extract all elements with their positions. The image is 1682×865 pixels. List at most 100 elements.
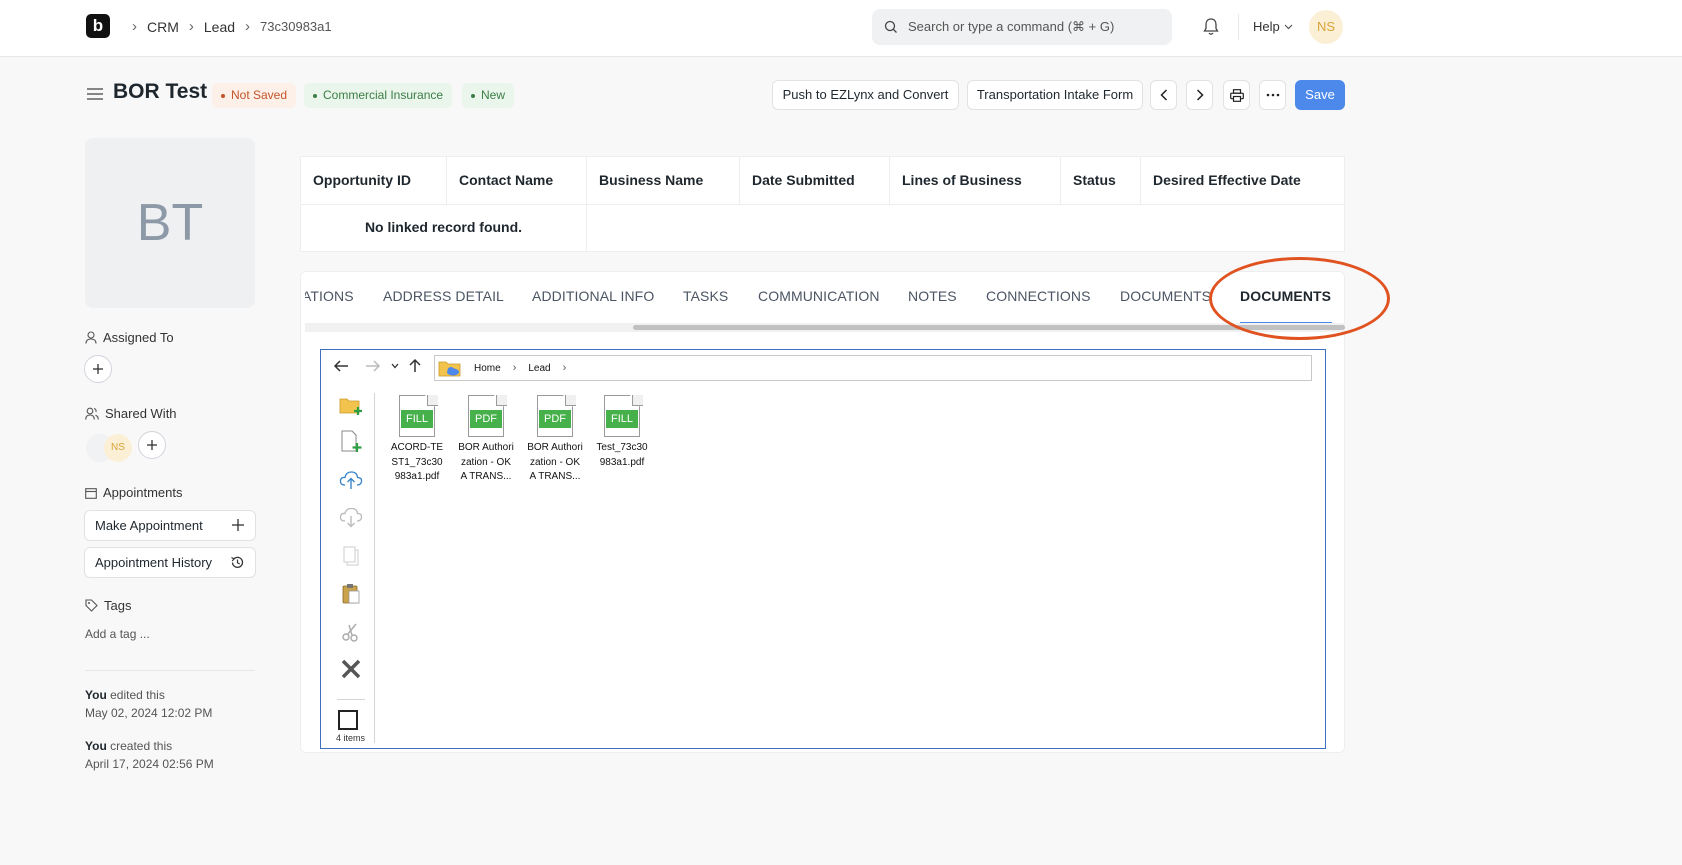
tab-relations[interactable]: ATIONS	[305, 288, 354, 304]
document-fold	[427, 395, 438, 406]
select-all-checkbox[interactable]	[338, 710, 358, 730]
file-type-badge: FILL	[606, 410, 638, 428]
help-label: Help	[1253, 19, 1280, 34]
sidebar-divider	[85, 670, 255, 671]
copy-icon	[343, 546, 359, 566]
make-appointment-button[interactable]: Make Appointment	[84, 510, 256, 541]
document-fold	[496, 395, 507, 406]
file-name: BOR Authorization - OKA TRANS...	[527, 442, 583, 482]
column-header: Status	[1061, 157, 1141, 204]
hamburger-menu-icon[interactable]	[87, 87, 103, 101]
file-item[interactable]: PDF BOR Authorization - OKA TRANS...	[458, 395, 514, 485]
status-badge: New	[462, 83, 515, 108]
document-fold	[565, 395, 576, 406]
more-actions-button[interactable]	[1259, 80, 1286, 110]
file-type-badge: FILL	[401, 410, 433, 428]
chevron-down-icon[interactable]	[391, 363, 399, 369]
user-avatar[interactable]: NS	[1309, 10, 1343, 44]
appointments-label: Appointments	[85, 485, 183, 500]
forward-arrow-icon[interactable]	[365, 359, 381, 373]
previous-record-button[interactable]	[1150, 80, 1177, 110]
file-name: Test_73c30983a1.pdf	[596, 442, 648, 468]
file-item[interactable]: FILL ACORD-TEST1_73c30983a1.pdf	[389, 395, 445, 485]
top-navbar: b › CRM › Lead › 73c30983a1 Search or ty…	[0, 0, 1682, 57]
file-item[interactable]: PDF BOR Authorization - OKA TRANS...	[527, 395, 583, 485]
chevron-right-icon: ›	[562, 362, 567, 374]
print-button[interactable]	[1223, 80, 1250, 110]
chevron-right-icon: ›	[188, 18, 194, 35]
annotation-circle	[1209, 257, 1390, 340]
file-name: BOR Authorization - OKA TRANS...	[458, 442, 514, 482]
download-button[interactable]	[338, 505, 364, 531]
plus-icon	[93, 364, 103, 374]
breadcrumb: › CRM › Lead › 73c30983a1	[122, 18, 332, 35]
upload-button[interactable]	[338, 467, 364, 493]
chevron-right-icon: ›	[132, 18, 137, 35]
plus-icon	[232, 519, 244, 531]
delete-x-icon	[341, 659, 361, 679]
activity-created: You created this April 17, 2024 02:56 PM	[85, 739, 214, 771]
cloud-download-icon	[339, 508, 363, 528]
ellipsis-icon	[1266, 93, 1279, 97]
tab-connections[interactable]: CONNECTIONS	[986, 288, 1091, 304]
assigned-to-label: Assigned To	[85, 330, 174, 345]
file-item[interactable]: FILL Test_73c30983a1.pdf	[594, 395, 650, 470]
breadcrumb-lead[interactable]: Lead	[204, 19, 235, 35]
add-assignee-button[interactable]	[84, 355, 112, 383]
shared-user-avatar[interactable]: NS	[104, 434, 132, 462]
path-home[interactable]: Home	[474, 363, 501, 374]
breadcrumb-crm[interactable]: CRM	[147, 19, 179, 35]
new-file-icon	[341, 430, 362, 452]
push-to-ezlynx-button[interactable]: Push to EZLynx and Convert	[772, 80, 959, 110]
calendar-icon	[85, 487, 97, 499]
save-button[interactable]: Save	[1295, 80, 1345, 110]
file-manager-nav	[333, 358, 422, 373]
new-folder-button[interactable]	[338, 393, 364, 419]
cloud-folder-icon	[438, 361, 461, 377]
column-header: Business Name	[587, 157, 740, 204]
not-saved-badge: Not Saved	[212, 83, 297, 108]
tab-address-detail[interactable]: ADDRESS DETAIL	[383, 288, 504, 304]
column-header: Contact Name	[447, 157, 587, 204]
paste-button[interactable]	[338, 581, 364, 607]
tab-notes[interactable]: NOTES	[908, 288, 957, 304]
delete-button[interactable]	[338, 656, 364, 682]
search-input[interactable]: Search or type a command (⌘ + G)	[872, 9, 1172, 45]
user-icon	[85, 331, 97, 344]
chevron-down-icon	[1284, 24, 1293, 29]
file-name: ACORD-TEST1_73c30983a1.pdf	[390, 442, 444, 482]
new-file-button[interactable]	[338, 429, 364, 455]
page-title: BOR Test	[113, 80, 208, 103]
chevron-right-icon: ›	[245, 18, 251, 35]
next-record-button[interactable]	[1186, 80, 1213, 110]
tab-tasks[interactable]: TASKS	[683, 288, 728, 304]
path-lead[interactable]: Lead	[528, 363, 550, 374]
file-manager-toolbar	[330, 393, 375, 743]
category-badge: Commercial Insurance	[304, 83, 453, 108]
cloud-upload-icon	[339, 471, 363, 489]
navbar-divider	[1238, 14, 1239, 40]
up-arrow-icon[interactable]	[408, 358, 422, 373]
add-tag-link[interactable]: Add a tag ...	[85, 627, 150, 641]
transportation-intake-button[interactable]: Transportation Intake Form	[967, 80, 1143, 110]
add-shared-user-button[interactable]	[138, 431, 166, 459]
activity-edited: You edited this May 02, 2024 12:02 PM	[85, 688, 213, 720]
tag-icon	[85, 599, 98, 612]
breadcrumb-record-id[interactable]: 73c30983a1	[260, 19, 332, 34]
tab-communication[interactable]: COMMUNICATION	[758, 288, 880, 304]
file-manager-path[interactable]: Home › Lead ›	[434, 355, 1312, 381]
chevron-right-icon	[1196, 89, 1204, 101]
tab-additional-info[interactable]: ADDITIONAL INFO	[532, 288, 654, 304]
back-arrow-icon[interactable]	[333, 359, 349, 373]
copy-button[interactable]	[338, 543, 364, 569]
app-logo[interactable]: b	[86, 14, 110, 38]
printer-icon	[1229, 88, 1244, 102]
record-avatar[interactable]: BT	[85, 138, 255, 308]
cut-button[interactable]	[338, 619, 364, 645]
document-fold	[632, 395, 643, 406]
appointment-history-button[interactable]: Appointment History	[84, 547, 256, 578]
tab-documents[interactable]: DOCUMENTS	[1120, 288, 1211, 304]
help-dropdown[interactable]: Help	[1253, 19, 1293, 34]
shared-with-label: Shared With	[85, 406, 177, 421]
bell-icon[interactable]	[1202, 17, 1220, 37]
